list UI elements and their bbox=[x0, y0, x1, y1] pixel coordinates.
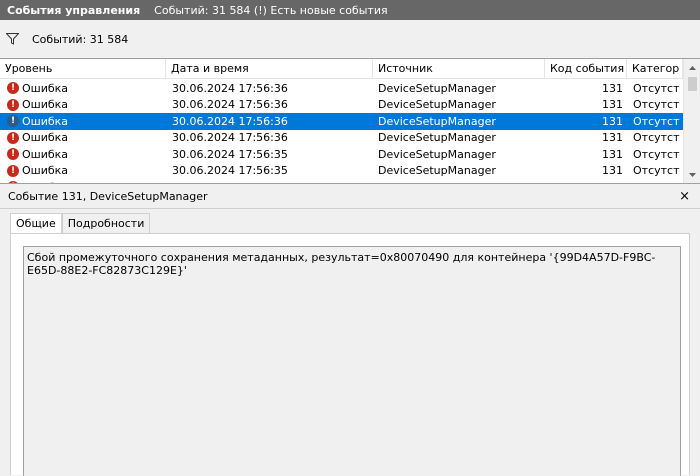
table-row[interactable]: ! Ошибка 30.06.2024 17:56:36 DeviceSetupMan… bbox=[0, 113, 683, 130]
row-source: DeviceSetupManager bbox=[378, 81, 496, 95]
table-row[interactable]: ! Ошибка 30.06.2024 17:56:36 DeviceSetupMan… bbox=[0, 80, 683, 97]
error-icon: ! bbox=[7, 164, 19, 177]
scroll-down-button[interactable] bbox=[684, 166, 700, 183]
scroll-up-button[interactable] bbox=[684, 59, 700, 76]
row-level: !Ошибка bbox=[0, 164, 166, 177]
row-level-text: Ошибка bbox=[22, 164, 69, 178]
row-level: !Ошибка bbox=[0, 82, 166, 95]
row-level: !Ошибка bbox=[0, 98, 166, 111]
error-icon: ! bbox=[7, 131, 19, 144]
row-source: DeviceSetupManager bbox=[378, 164, 496, 178]
row-category: Отсутст bbox=[633, 81, 680, 95]
error-icon: ! bbox=[7, 98, 19, 111]
tab-general[interactable]: Общие bbox=[10, 213, 62, 234]
row-event-id: 131 bbox=[602, 164, 623, 178]
events-list-rows: ! Ошибка 30.06.2024 17:56:36 DeviceSetupMan… bbox=[0, 80, 683, 183]
window-titlebar: События управления Событий: 31 584 (!) Е… bbox=[0, 0, 700, 20]
row-level: !Ошибка bbox=[0, 148, 166, 161]
error-icon: ! bbox=[7, 181, 19, 183]
error-icon: ! bbox=[7, 82, 19, 95]
table-row[interactable]: !Ошибка30.06.2024 17:56:35DeviceSetupMan… bbox=[0, 179, 683, 183]
row-datetime: 30.06.2024 17:56:36 bbox=[172, 131, 288, 145]
row-source: DeviceSetupManager bbox=[373, 181, 545, 183]
filter-bar: Событий: 31 584 bbox=[0, 20, 700, 58]
row-category: Отсутст bbox=[627, 181, 683, 183]
column-header-event-id[interactable]: Код события bbox=[545, 59, 627, 79]
row-source: DeviceSetupManager bbox=[378, 114, 496, 128]
row-source: DeviceSetupManager bbox=[378, 98, 496, 112]
row-category: Отсутст bbox=[633, 131, 680, 145]
row-level-text: Ошибка bbox=[22, 98, 69, 112]
event-message-text: Сбой промежуточного сохранения метаданны… bbox=[27, 251, 656, 277]
column-header-source[interactable]: Источник bbox=[373, 59, 545, 79]
filter-icon[interactable] bbox=[0, 33, 22, 45]
row-level-text: Ошибка bbox=[22, 131, 69, 145]
table-row[interactable]: ! Ошибка 30.06.2024 17:56:36 DeviceSetupMan… bbox=[0, 130, 683, 147]
table-row[interactable]: !Ошибка 30.06.2024 17:56:35 DeviceSetupMan… bbox=[0, 146, 683, 163]
column-header-datetime[interactable]: Дата и время bbox=[166, 59, 373, 79]
event-detail-title: Событие 131, DeviceSetupManager bbox=[8, 190, 208, 203]
row-level-text: Ошибка bbox=[22, 81, 69, 95]
events-count-info: Событий: 31 584 (!) Есть новые события bbox=[154, 3, 388, 17]
tab-general-content: Сбой промежуточного сохранения метаданны… bbox=[10, 233, 690, 476]
window-title: События управления bbox=[7, 3, 141, 17]
column-header-category[interactable]: Категор bbox=[627, 59, 683, 79]
row-event-id: 131 bbox=[602, 81, 623, 95]
row-category: Отсутст bbox=[633, 147, 680, 161]
events-list-header: Уровень Дата и время Источник Код событи… bbox=[0, 59, 683, 79]
row-level: !Ошибка bbox=[0, 131, 166, 144]
event-detail-header: Событие 131, DeviceSetupManager × bbox=[0, 185, 700, 209]
row-category: Отсутст bbox=[633, 114, 680, 128]
filter-count-label: Событий: 31 584 bbox=[32, 32, 129, 46]
event-detail-pane: Событие 131, DeviceSetupManager × Общие … bbox=[0, 185, 700, 476]
row-event-id: 131 bbox=[602, 98, 623, 112]
scrollbar-thumb[interactable] bbox=[688, 77, 697, 91]
row-category: Отсутст bbox=[633, 98, 680, 112]
close-icon[interactable]: × bbox=[679, 190, 690, 203]
row-level: !Ошибка bbox=[0, 115, 166, 128]
vertical-scrollbar[interactable] bbox=[683, 59, 700, 183]
error-icon: ! bbox=[7, 148, 19, 161]
event-message-box[interactable]: Сбой промежуточного сохранения метаданны… bbox=[23, 246, 681, 476]
row-datetime: 30.06.2024 17:56:35 bbox=[166, 181, 373, 183]
row-event-id: 131 bbox=[602, 131, 623, 145]
row-event-id: 131 bbox=[602, 114, 623, 128]
tab-details[interactable]: Подробности bbox=[61, 213, 151, 233]
row-datetime: 30.06.2024 17:56:36 bbox=[172, 98, 288, 112]
row-source: DeviceSetupManager bbox=[378, 131, 496, 145]
row-datetime: 30.06.2024 17:56:36 bbox=[172, 81, 288, 95]
row-datetime: 30.06.2024 17:56:35 bbox=[172, 164, 288, 178]
row-level: !Ошибка bbox=[0, 181, 166, 183]
events-list[interactable]: Уровень Дата и время Источник Код событи… bbox=[0, 58, 700, 184]
row-event-id: 131 bbox=[545, 181, 627, 183]
row-category: Отсутст bbox=[633, 164, 680, 178]
table-row[interactable]: ! Ошибка 30.06.2024 17:56:36 DeviceSetupMan… bbox=[0, 97, 683, 114]
row-event-id: 131 bbox=[602, 147, 623, 161]
row-level-text: Ошибка bbox=[22, 114, 69, 128]
table-row[interactable]: !Ошибка30.06.2024 17:56:35DeviceSetupMan… bbox=[0, 163, 683, 180]
column-header-level[interactable]: Уровень bbox=[0, 59, 166, 79]
row-level-text: Ошибка bbox=[22, 147, 69, 161]
detail-tabs: Общие Подробности bbox=[10, 213, 151, 234]
row-level-text: Ошибка bbox=[22, 181, 68, 183]
row-source: DeviceSetupManager bbox=[378, 147, 496, 161]
row-datetime: 30.06.2024 17:56:36 bbox=[172, 114, 288, 128]
error-icon: ! bbox=[7, 115, 19, 128]
row-datetime: 30.06.2024 17:56:35 bbox=[172, 147, 288, 161]
